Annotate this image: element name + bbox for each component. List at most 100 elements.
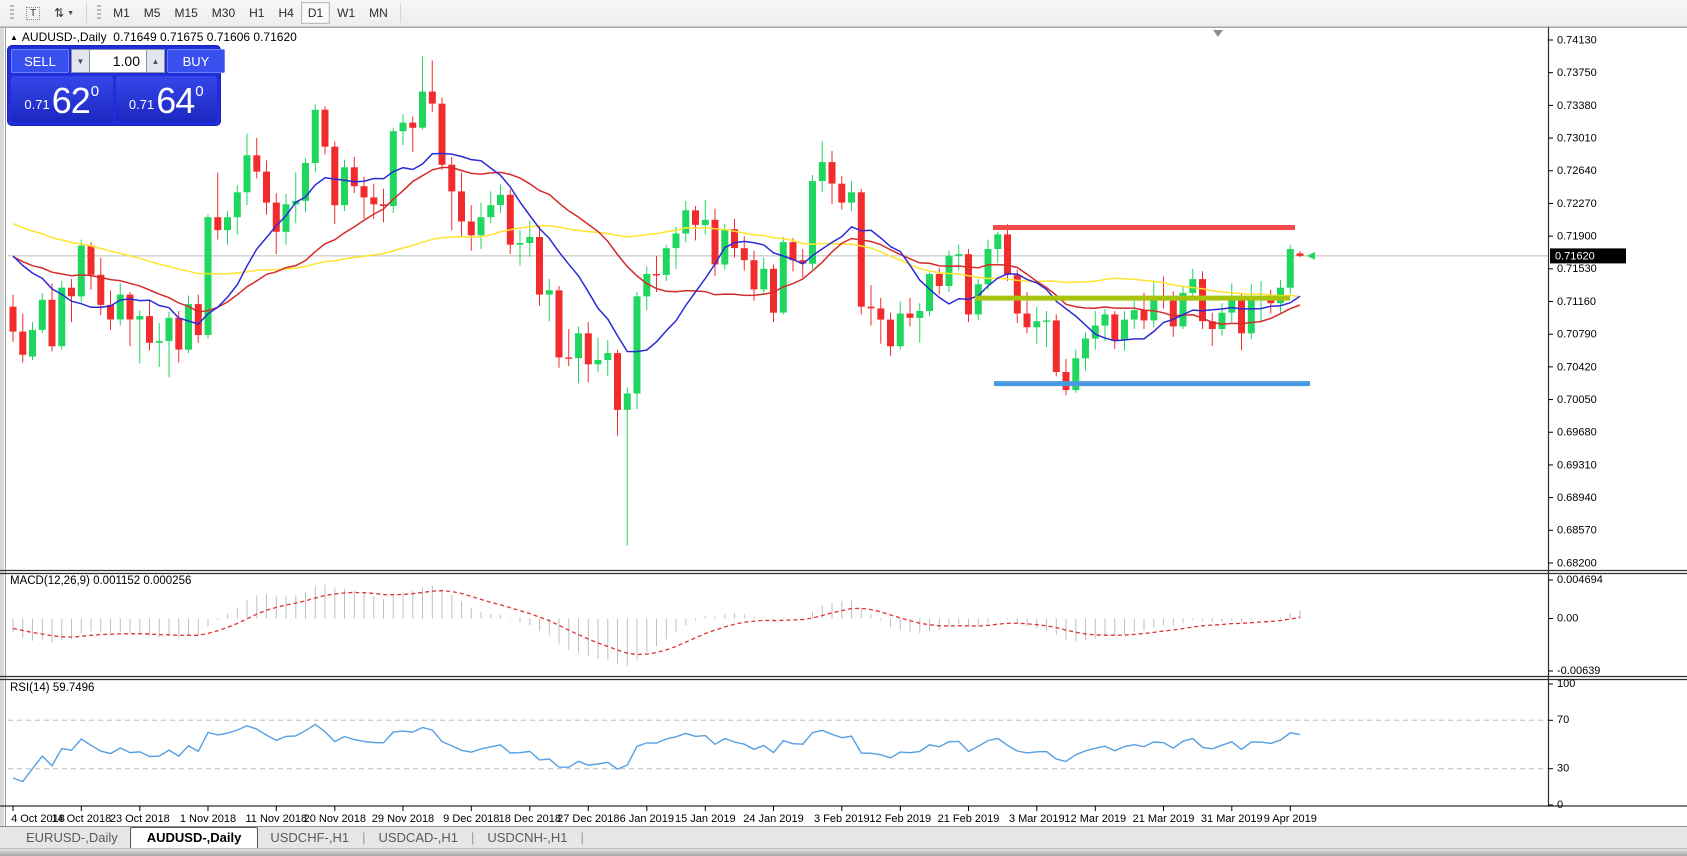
svg-text:9 Dec 2018: 9 Dec 2018	[443, 813, 499, 825]
mt4-terminal: T ⇅ ▼ M1M5M15M30H1H4D1W1MN 0.74130 0.7375…	[0, 0, 1687, 856]
chart-tab-usdcad-h1[interactable]: USDCAD-,H1	[366, 828, 469, 848]
text-periods-button[interactable]: T	[19, 2, 47, 24]
triangle-down-icon: ▼	[77, 57, 85, 66]
timeframe-m1[interactable]: M1	[106, 2, 137, 24]
chart-symbol-label: AUDUSD-,Daily	[22, 30, 107, 44]
svg-text:-0.00639: -0.00639	[1557, 665, 1600, 677]
svg-text:100: 100	[1557, 678, 1575, 690]
svg-text:0.70050: 0.70050	[1557, 394, 1597, 406]
arrange-charts-button[interactable]: ⇅ ▼	[47, 2, 81, 24]
volume-increase-button[interactable]: ▲	[146, 49, 165, 73]
chart-title: ▲ AUDUSD-,Daily 0.71649 0.71675 0.71606 0…	[10, 30, 297, 44]
svg-text:1 Nov 2018: 1 Nov 2018	[180, 813, 236, 825]
svg-text:0.73750: 0.73750	[1557, 67, 1597, 79]
svg-text:0.68940: 0.68940	[1557, 492, 1597, 504]
volume-decrease-button[interactable]: ▼	[71, 49, 90, 73]
chart-tab-usdcnh-h1[interactable]: USDCNH-,H1	[475, 828, 579, 848]
dropdown-caret-icon: ▼	[67, 10, 74, 17]
svg-text:0.72270: 0.72270	[1557, 198, 1597, 210]
svg-text:21 Mar 2019: 21 Mar 2019	[1133, 813, 1195, 825]
svg-text:30: 30	[1557, 763, 1569, 775]
svg-text:24 Jan 2019: 24 Jan 2019	[743, 813, 804, 825]
svg-text:14 Oct 2018: 14 Oct 2018	[51, 813, 111, 825]
tab-separator: |	[471, 830, 474, 845]
svg-text:18 Dec 2018: 18 Dec 2018	[499, 813, 561, 825]
one-click-trading-panel: SELL ▼ ▲ BUY 0.71620 0.71640	[8, 46, 220, 125]
timeframe-d1[interactable]: D1	[301, 2, 330, 24]
svg-text:29 Nov 2018: 29 Nov 2018	[372, 813, 434, 825]
svg-text:27 Dec 2018: 27 Dec 2018	[557, 813, 619, 825]
symbol-marker-icon: ▲	[10, 33, 18, 42]
svg-text:0.73380: 0.73380	[1557, 100, 1597, 112]
svg-text:0.68200: 0.68200	[1557, 557, 1597, 569]
svg-text:0.00: 0.00	[1557, 612, 1578, 624]
timeframe-m15[interactable]: M15	[167, 2, 204, 24]
timeframe-w1[interactable]: W1	[330, 2, 362, 24]
svg-text:0.004694: 0.004694	[1557, 574, 1603, 586]
svg-text:0.72640: 0.72640	[1557, 165, 1597, 177]
toolbar-separator	[400, 3, 401, 23]
svg-text:0.71530: 0.71530	[1557, 263, 1597, 275]
rsi-indicator-label: RSI(14) 59.7496	[10, 682, 94, 694]
chart-tab-audusd-daily[interactable]: AUDUSD-,Daily	[130, 827, 259, 849]
chart-tab-bar: EURUSD-,DailyAUDUSD-,DailyUSDCHF-,H1|USD…	[0, 826, 1687, 848]
svg-text:6 Jan 2019: 6 Jan 2019	[620, 813, 674, 825]
toolbar-separator	[86, 3, 87, 23]
sell-button[interactable]: SELL	[11, 49, 69, 73]
svg-text:0.70420: 0.70420	[1557, 361, 1597, 373]
tab-separator: |	[581, 830, 584, 845]
svg-text:11 Nov 2018: 11 Nov 2018	[246, 813, 308, 825]
svg-text:20 Nov 2018: 20 Nov 2018	[304, 813, 366, 825]
svg-text:0.70790: 0.70790	[1557, 329, 1597, 341]
buy-price-sup: 0	[195, 83, 203, 100]
toolbar-grip[interactable]	[97, 5, 101, 21]
timeframe-h4[interactable]: H4	[271, 2, 300, 24]
svg-text:70: 70	[1557, 714, 1569, 726]
svg-text:21 Feb 2019: 21 Feb 2019	[938, 813, 1000, 825]
svg-text:12 Mar 2019: 12 Mar 2019	[1064, 813, 1126, 825]
buy-price-prefix: 0.71	[129, 97, 154, 112]
svg-text:23 Oct 2018: 23 Oct 2018	[110, 813, 170, 825]
toolbar-grip[interactable]	[10, 5, 14, 21]
svg-text:0.73010: 0.73010	[1557, 132, 1597, 144]
window-bottom-strip	[0, 848, 1687, 856]
volume-input[interactable]	[90, 49, 146, 73]
svg-text:31 Mar 2019: 31 Mar 2019	[1201, 813, 1263, 825]
svg-text:0.71620: 0.71620	[1555, 251, 1595, 263]
buy-price-display[interactable]: 0.71640	[116, 76, 218, 122]
timeframe-h1[interactable]: H1	[242, 2, 271, 24]
chart-tab-usdchf-h1[interactable]: USDCHF-,H1	[258, 828, 361, 848]
svg-text:0.69310: 0.69310	[1557, 459, 1597, 471]
sell-price-sup: 0	[91, 83, 99, 100]
svg-text:15 Jan 2019: 15 Jan 2019	[675, 813, 736, 825]
svg-text:0.69680: 0.69680	[1557, 427, 1597, 439]
chart-ohlc-values: 0.71649 0.71675 0.71606 0.71620	[113, 30, 297, 44]
price-chart-svg: 0.74130 0.73750 0.73380 0.73010 0.72640 0.722…	[0, 27, 1687, 826]
volume-control: ▼ ▲	[71, 49, 165, 73]
text-tool-icon: T	[26, 7, 40, 20]
chart-canvas[interactable]: 0.74130 0.73750 0.73380 0.73010 0.72640 0.722…	[0, 27, 1687, 826]
svg-text:0.74130: 0.74130	[1557, 34, 1597, 46]
svg-text:12 Feb 2019: 12 Feb 2019	[869, 813, 931, 825]
triangle-up-icon: ▲	[152, 57, 160, 66]
timeframe-toolbar: T ⇅ ▼ M1M5M15M30H1H4D1W1MN	[0, 0, 1687, 27]
macd-indicator-label: MACD(12,26,9) 0.001152 0.000256	[10, 575, 191, 587]
svg-text:0: 0	[1557, 799, 1563, 811]
svg-text:0.71900: 0.71900	[1557, 231, 1597, 243]
buy-button[interactable]: BUY	[167, 49, 225, 73]
svg-text:3 Mar 2019: 3 Mar 2019	[1009, 813, 1065, 825]
buy-price-big: 64	[156, 84, 194, 118]
chart-tab-eurusd-daily[interactable]: EURUSD-,Daily	[14, 828, 130, 848]
timeframe-m5[interactable]: M5	[137, 2, 168, 24]
sell-price-display[interactable]: 0.71620	[11, 76, 113, 122]
timeframe-m30[interactable]: M30	[205, 2, 242, 24]
timeframe-mn[interactable]: MN	[362, 2, 395, 24]
timeframe-button-group: M1M5M15M30H1H4D1W1MN	[106, 2, 395, 24]
svg-text:3 Feb 2019: 3 Feb 2019	[814, 813, 870, 825]
svg-text:0.71160: 0.71160	[1557, 296, 1596, 308]
arrange-arrows-icon: ⇅	[54, 6, 64, 20]
svg-text:9 Apr 2019: 9 Apr 2019	[1264, 813, 1317, 825]
sell-price-big: 62	[52, 84, 90, 118]
tab-separator: |	[362, 830, 365, 845]
svg-text:0.68570: 0.68570	[1557, 525, 1597, 537]
